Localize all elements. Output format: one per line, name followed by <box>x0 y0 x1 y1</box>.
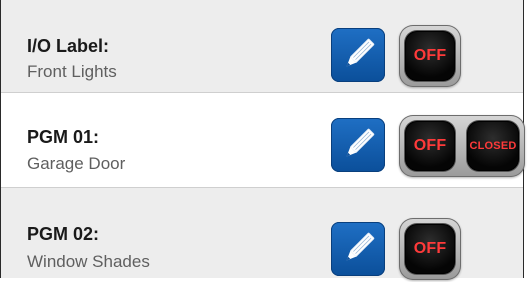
toggle-group: OFF <box>399 218 461 280</box>
io-row-window-shades: PGM 02: Window Shades OFF <box>1 188 523 280</box>
toggle-label: OFF <box>413 137 447 154</box>
toggle-group: OFF CLOSED <box>399 115 525 177</box>
io-row-name: Garage Door <box>27 154 126 173</box>
io-row-title: PGM 01: <box>27 127 100 147</box>
status-label: CLOSED <box>469 140 517 152</box>
edit-button[interactable] <box>331 222 385 276</box>
io-list-panel: I/O Label: Front Lights OFF PGM 01: Gara… <box>0 0 525 280</box>
io-row-name: Front Lights <box>27 62 117 81</box>
pencil-icon <box>346 38 375 67</box>
toggle-group: OFF <box>399 25 461 87</box>
pencil-icon <box>346 232 375 261</box>
edit-button[interactable] <box>331 118 385 172</box>
toggle-label: OFF <box>413 240 447 257</box>
io-row-title: PGM 02: <box>27 224 100 244</box>
toggle-label: OFF <box>413 47 447 64</box>
io-row-front-lights: I/O Label: Front Lights OFF <box>1 0 523 93</box>
io-row-garage-door: PGM 01: Garage Door OFF CLOSED <box>1 93 525 188</box>
off-toggle-button[interactable]: OFF <box>405 121 455 171</box>
edit-button[interactable] <box>331 28 385 82</box>
io-row-name: Window Shades <box>27 252 150 271</box>
off-toggle-button[interactable]: OFF <box>405 224 455 274</box>
pencil-icon <box>346 128 375 157</box>
closed-status-button[interactable]: CLOSED <box>467 121 519 171</box>
off-toggle-button[interactable]: OFF <box>405 31 455 81</box>
io-row-title: I/O Label: <box>27 36 110 56</box>
